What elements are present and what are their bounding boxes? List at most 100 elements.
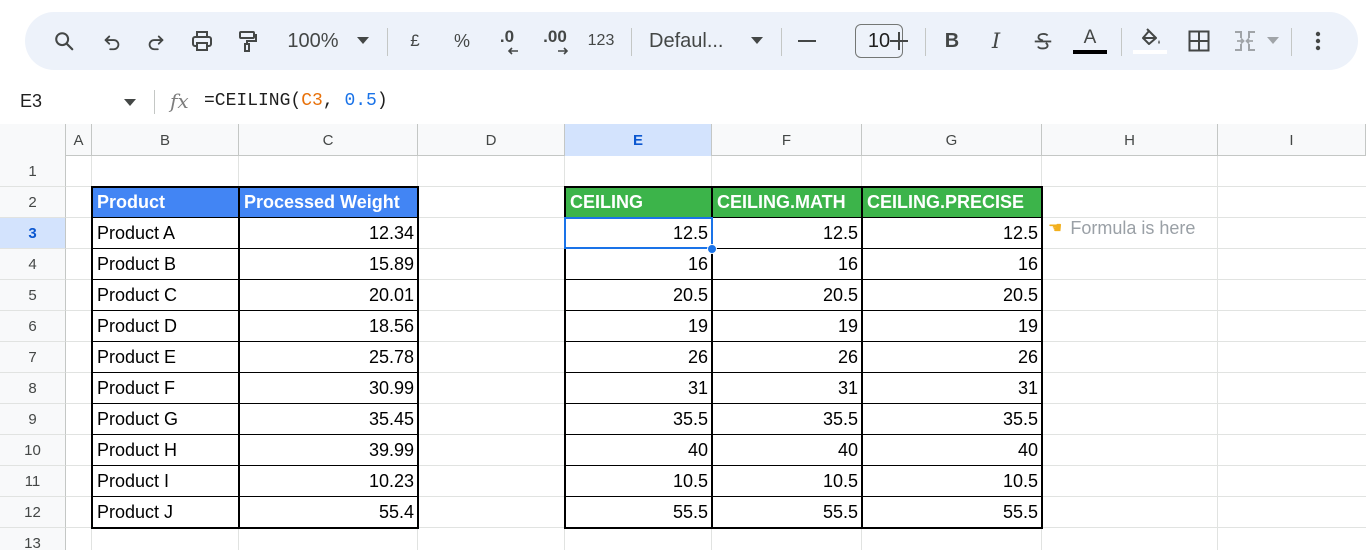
ceiling-result-cell[interactable]: 26 [565,342,712,373]
ceiling-result-cell[interactable]: 35.5 [862,404,1042,435]
ceiling-result-cell[interactable]: 20.5 [712,280,862,311]
ceiling-result-cell[interactable]: 26 [712,342,862,373]
product-name-cell[interactable]: Product J [92,497,239,528]
row-header-12[interactable]: 12 [0,497,66,528]
product-name-cell[interactable]: Product A [92,218,239,249]
zoom-dropdown[interactable] [355,12,371,70]
ceiling-result-cell[interactable]: 20.5 [862,280,1042,311]
more-options-button[interactable] [1307,12,1329,70]
ceiling-result-cell[interactable]: 12.5 [565,218,712,249]
format-percent-button[interactable]: % [449,12,475,70]
ceiling-result-cell[interactable]: 31 [565,373,712,404]
ceiling-result-cell[interactable]: 10.5 [862,466,1042,497]
row-header-1[interactable]: 1 [0,156,66,187]
name-box-dropdown-icon[interactable] [124,99,136,107]
weight-cell[interactable]: 35.45 [239,404,418,435]
product-name-cell[interactable]: Product I [92,466,239,497]
ceiling-result-cell[interactable]: 40 [712,435,862,466]
column-header-g[interactable]: G [862,124,1042,156]
increase-font-size-button[interactable] [887,12,911,70]
ceiling-result-cell[interactable]: 40 [862,435,1042,466]
strikethrough-button[interactable] [1029,12,1057,70]
zoom-select[interactable]: 100% [283,12,343,70]
weight-cell[interactable]: 30.99 [239,373,418,404]
column-header-e[interactable]: E [565,124,712,156]
row-header-11[interactable]: 11 [0,466,66,497]
ceiling-result-cell[interactable]: 19 [862,311,1042,342]
weight-cell[interactable]: 39.99 [239,435,418,466]
ceiling-result-cell[interactable]: 20.5 [565,280,712,311]
row-header-3[interactable]: 3 [0,218,66,249]
merge-cells-button[interactable] [1231,12,1259,70]
increase-decimal-button[interactable]: .00 [537,12,573,70]
ceiling-result-cell[interactable]: 10.5 [712,466,862,497]
column-header-d[interactable]: D [418,124,565,156]
weight-cell[interactable]: 55.4 [239,497,418,528]
weight-cell[interactable]: 15.89 [239,249,418,280]
product-name-cell[interactable]: Product B [92,249,239,280]
search-menus-button[interactable] [49,12,79,70]
row-header-9[interactable]: 9 [0,404,66,435]
paint-format-button[interactable] [233,12,263,70]
ceiling-result-cell[interactable]: 31 [712,373,862,404]
ceiling-result-cell[interactable]: 55.5 [565,497,712,528]
weight-cell[interactable]: 20.01 [239,280,418,311]
row-header-7[interactable]: 7 [0,342,66,373]
format-currency-button[interactable]: £ [403,12,427,70]
text-color-button[interactable]: A [1073,12,1107,70]
product-name-cell[interactable]: Product G [92,404,239,435]
column-header-f[interactable]: F [712,124,862,156]
column-header-a[interactable]: A [66,124,92,156]
row-header-4[interactable]: 4 [0,249,66,280]
fill-handle[interactable] [707,244,717,254]
fill-color-button[interactable] [1133,12,1167,70]
row-header-6[interactable]: 6 [0,311,66,342]
decrease-decimal-button[interactable]: .0 [491,12,523,70]
product-name-cell[interactable]: Product E [92,342,239,373]
bold-button[interactable]: B [939,12,965,70]
borders-button[interactable] [1185,12,1213,70]
product-name-cell[interactable]: Product D [92,311,239,342]
font-family-select[interactable]: Defaul... [649,12,733,70]
ceiling-result-cell[interactable]: 19 [565,311,712,342]
print-button[interactable] [187,12,217,70]
column-header-c[interactable]: C [239,124,418,156]
decrease-font-size-button[interactable] [795,12,819,70]
formula-input[interactable]: =CEILING(C3, 0.5) [204,91,388,111]
row-header-5[interactable]: 5 [0,280,66,311]
row-header-13[interactable]: 13 [0,528,66,550]
ceiling-result-cell[interactable]: 26 [862,342,1042,373]
column-header-h[interactable]: H [1042,124,1218,156]
ceiling-result-cell[interactable]: 12.5 [712,218,862,249]
italic-button[interactable]: I [983,12,1009,70]
ceiling-result-cell[interactable]: 40 [565,435,712,466]
column-header-b[interactable]: B [92,124,239,156]
column-header-i[interactable]: I [1218,124,1366,156]
row-header-10[interactable]: 10 [0,435,66,466]
ceiling-result-cell[interactable]: 35.5 [565,404,712,435]
ceiling-result-cell[interactable]: 10.5 [565,466,712,497]
redo-button[interactable] [141,12,171,70]
more-formats-button[interactable]: 123 [585,12,617,70]
row-header-2[interactable]: 2 [0,187,66,218]
ceiling-result-cell[interactable]: 55.5 [712,497,862,528]
select-all-corner[interactable] [0,124,66,156]
ceiling-result-cell[interactable]: 16 [565,249,712,280]
weight-cell[interactable]: 12.34 [239,218,418,249]
ceiling-result-cell[interactable]: 35.5 [712,404,862,435]
weight-cell[interactable]: 18.56 [239,311,418,342]
merge-type-dropdown[interactable] [1265,12,1281,70]
ceiling-result-cell[interactable]: 31 [862,373,1042,404]
row-header-8[interactable]: 8 [0,373,66,404]
weight-cell[interactable]: 10.23 [239,466,418,497]
product-name-cell[interactable]: Product F [92,373,239,404]
ceiling-result-cell[interactable]: 12.5 [862,218,1042,249]
ceiling-result-cell[interactable]: 16 [712,249,862,280]
ceiling-result-cell[interactable]: 16 [862,249,1042,280]
ceiling-result-cell[interactable]: 55.5 [862,497,1042,528]
font-family-dropdown[interactable] [749,12,765,70]
ceiling-result-cell[interactable]: 19 [712,311,862,342]
spreadsheet-grid[interactable]: A B C D E F G H I 1 2 3 4 5 6 7 8 9 10 11 12 13 Product Process… [0,124,1366,550]
product-name-cell[interactable]: Product H [92,435,239,466]
undo-button[interactable] [97,12,127,70]
